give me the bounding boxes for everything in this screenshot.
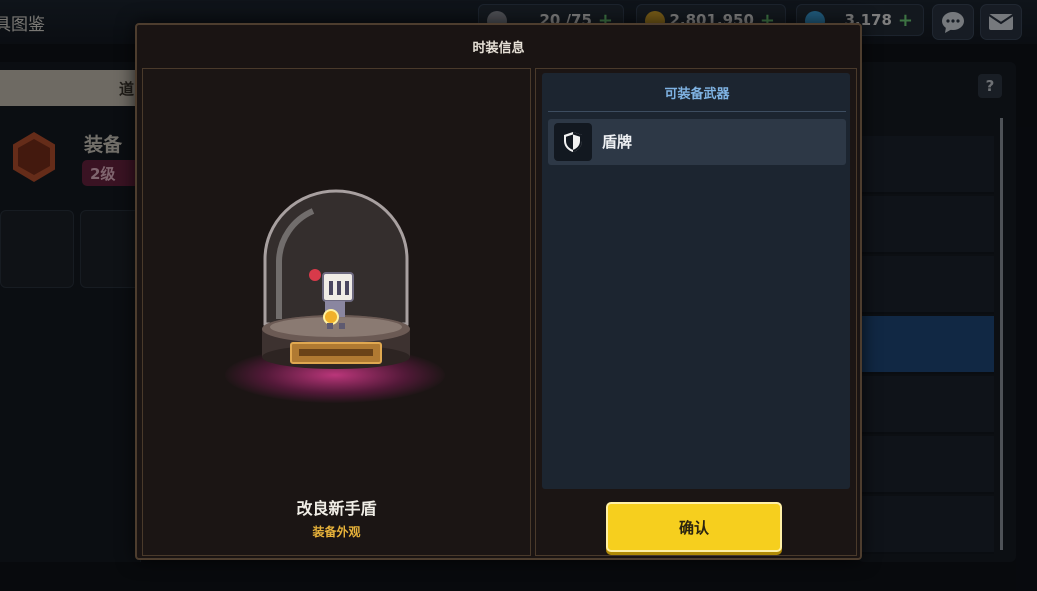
shield-icon [554,123,592,161]
costume-type: 装备外观 [312,525,361,539]
equippable-weapons-panel: 可装备武器 盾牌 确认 [535,68,857,556]
weapon-list-header: 可装备武器 [548,73,846,112]
weapon-item-shield[interactable]: 盾牌 [548,119,846,165]
weapon-item-label: 盾牌 [602,133,633,151]
dialog-title: 时装信息 [472,40,525,56]
costume-info-dialog: 时装信息 改良新手盾 装备外观 可装备武器 盾牌 确认 [135,23,862,560]
weapon-list: 可装备武器 盾牌 [542,73,850,489]
costume-preview-panel: 改良新手盾 装备外观 [142,68,531,556]
costume-name: 改良新手盾 [296,499,377,518]
glass-dome-display [262,189,410,369]
confirm-button[interactable]: 确认 [606,502,782,552]
